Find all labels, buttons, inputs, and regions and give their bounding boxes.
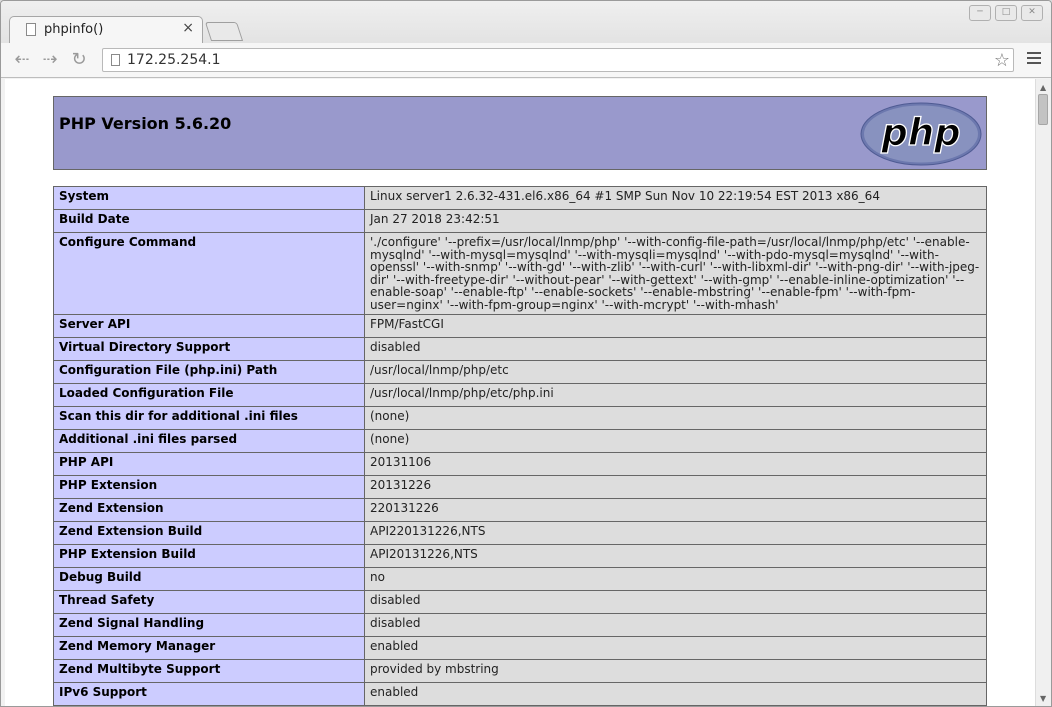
page-icon xyxy=(26,23,36,36)
window-controls: ─ □ ✕ xyxy=(969,5,1043,21)
vertical-scrollbar[interactable]: ▲ ▼ xyxy=(1035,79,1051,706)
new-tab-button[interactable] xyxy=(204,22,244,41)
table-row: System Linux server1 2.6.32-431.el6.x86_6… xyxy=(53,186,987,210)
row-value: API20131226,NTS xyxy=(364,544,987,568)
row-label: Zend Memory Manager xyxy=(53,636,365,660)
table-row: Loaded Configuration File/usr/local/lnmp… xyxy=(53,383,987,407)
table-row: Configure Command './configure' '--prefix… xyxy=(53,232,987,315)
row-value: 20131226 xyxy=(364,475,987,499)
table-row: Thread Safety disabled xyxy=(53,590,987,614)
row-label: Additional .ini files parsed xyxy=(53,429,365,453)
table-row: Additional .ini files parsed (none) xyxy=(53,429,987,453)
maximize-icon[interactable]: □ xyxy=(995,5,1017,21)
php-logo-text: php xyxy=(880,111,960,154)
table-row: Virtual Directory Support disabled xyxy=(53,337,987,361)
row-value: disabled xyxy=(364,337,987,361)
table-row: Zend Extension Build API220131226,NTS xyxy=(53,521,987,545)
tab-close-icon[interactable]: × xyxy=(182,20,194,36)
row-value: disabled xyxy=(364,613,987,637)
row-value: provided by mbstring xyxy=(364,659,987,683)
row-label: Build Date xyxy=(53,209,365,233)
table-row: Zend Memory Manager enabled xyxy=(53,636,987,660)
row-value: Jan 27 2018 23:42:51 xyxy=(364,209,987,233)
row-label: Debug Build xyxy=(53,567,365,591)
row-label: Server API xyxy=(53,314,365,338)
row-value: API220131226,NTS xyxy=(364,521,987,545)
row-label: Zend Extension Build xyxy=(53,521,365,545)
close-window-icon[interactable]: ✕ xyxy=(1021,5,1043,21)
bookmark-star-icon[interactable]: ☆ xyxy=(994,50,1010,71)
menu-icon[interactable] xyxy=(1027,52,1041,67)
phpinfo-table: System Linux server1 2.6.32-431.el6.x86_6… xyxy=(53,186,987,706)
row-value: (none) xyxy=(364,406,987,430)
scroll-up-icon[interactable]: ▲ xyxy=(1040,83,1046,92)
table-row: PHP Extension 20131226 xyxy=(53,475,987,499)
tab-phpinfo[interactable]: phpinfo() × xyxy=(9,16,203,43)
table-row: Build Date Jan 27 2018 23:42:51 xyxy=(53,209,987,233)
row-value: /usr/local/lnmp/php/etc/php.ini xyxy=(364,383,987,407)
row-label: Virtual Directory Support xyxy=(53,337,365,361)
page-viewport: PHP Version 5.6.20 php System Linux serve… xyxy=(5,79,1035,706)
table-row: Zend Signal Handling disabled xyxy=(53,613,987,637)
row-label: Zend Multibyte Support xyxy=(53,659,365,683)
php-header: PHP Version 5.6.20 php xyxy=(53,96,987,170)
browser-toolbar: ⇠ ⇢ ↻ 172.25.254.1 ☆ xyxy=(1,43,1051,78)
page-icon xyxy=(111,54,120,66)
row-value: enabled xyxy=(364,636,987,660)
address-bar[interactable]: 172.25.254.1 ☆ xyxy=(102,48,1014,72)
scrollbar-thumb[interactable] xyxy=(1038,94,1048,125)
row-label: IPv6 Support xyxy=(53,682,365,706)
back-icon[interactable]: ⇠ xyxy=(11,49,33,71)
page-title: PHP Version 5.6.20 xyxy=(59,114,232,133)
php-logo: php xyxy=(860,102,982,166)
table-row: PHP Extension Build API20131226,NTS xyxy=(53,544,987,568)
row-label: Zend Signal Handling xyxy=(53,613,365,637)
row-value: Linux server1 2.6.32-431.el6.x86_64 #1 S… xyxy=(364,186,987,210)
row-value: no xyxy=(364,567,987,591)
row-label: PHP Extension xyxy=(53,475,365,499)
row-value: 20131106 xyxy=(364,452,987,476)
row-label: Scan this dir for additional .ini files xyxy=(53,406,365,430)
row-label: Thread Safety xyxy=(53,590,365,614)
table-row: Server API FPM/FastCGI xyxy=(53,314,987,338)
row-label: PHP Extension Build xyxy=(53,544,365,568)
url-text[interactable]: 172.25.254.1 xyxy=(127,52,221,68)
row-value: (none) xyxy=(364,429,987,453)
reload-icon[interactable]: ↻ xyxy=(68,49,90,71)
row-value: './configure' '--prefix=/usr/local/lnmp/… xyxy=(364,232,987,315)
row-label: PHP API xyxy=(53,452,365,476)
row-label: System xyxy=(53,186,365,210)
title-bar: phpinfo() × ─ □ ✕ xyxy=(1,1,1051,43)
table-row: Scan this dir for additional .ini files(… xyxy=(53,406,987,430)
table-row: Zend Multibyte Support provided by mbstri… xyxy=(53,659,987,683)
row-label: Loaded Configuration File xyxy=(53,383,365,407)
row-value: FPM/FastCGI xyxy=(364,314,987,338)
row-value: 220131226 xyxy=(364,498,987,522)
row-value: disabled xyxy=(364,590,987,614)
row-value: /usr/local/lnmp/php/etc xyxy=(364,360,987,384)
scroll-down-icon[interactable]: ▼ xyxy=(1040,694,1046,703)
table-row: Debug Build no xyxy=(53,567,987,591)
tab-title: phpinfo() xyxy=(44,22,104,37)
browser-window: phpinfo() × ─ □ ✕ ⇠ ⇢ ↻ 172.25.254.1 ☆ P… xyxy=(0,0,1052,707)
minimize-icon[interactable]: ─ xyxy=(969,5,991,21)
row-label: Configuration File (php.ini) Path xyxy=(53,360,365,384)
table-row: PHP API 20131106 xyxy=(53,452,987,476)
table-row: Configuration File (php.ini) Path/usr/lo… xyxy=(53,360,987,384)
row-label: Zend Extension xyxy=(53,498,365,522)
table-row: IPv6 Support enabled xyxy=(53,682,987,706)
table-row: Zend Extension 220131226 xyxy=(53,498,987,522)
row-label: Configure Command xyxy=(53,232,365,315)
forward-icon[interactable]: ⇢ xyxy=(39,49,61,71)
row-value: enabled xyxy=(364,682,987,706)
